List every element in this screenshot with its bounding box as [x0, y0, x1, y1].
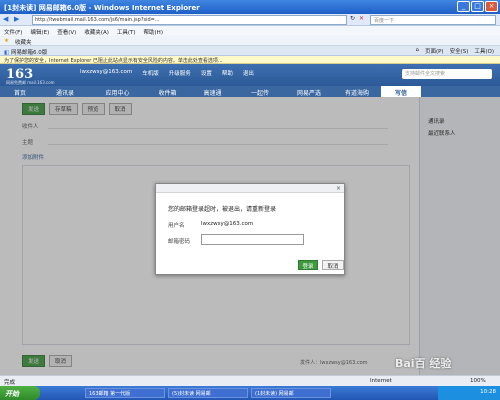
tab-yiqichuan[interactable]: 一起传	[235, 86, 285, 97]
information-bar[interactable]: 为了保护您的安全，Internet Explorer 已阻止此站点显示有安全风险…	[0, 56, 500, 64]
back-icon[interactable]: ◀	[3, 15, 8, 23]
browser-search-input[interactable]: 百度一下	[370, 15, 496, 25]
menu-tools[interactable]: 工具(T)	[117, 28, 136, 36]
username-label: 用户名	[168, 223, 185, 229]
tab-inbox[interactable]: 收件箱	[145, 86, 190, 97]
forward-icon[interactable]: ▶	[14, 15, 19, 23]
menu-help[interactable]: 帮助(H)	[144, 28, 163, 36]
mail-nav-tabs: 首页 通讯录 应用中心 收件箱 高速通 一起传 网易严选 有道海购 写信	[0, 86, 500, 97]
password-label: 邮箱密码	[168, 239, 191, 245]
home-icon[interactable]: ⌂	[415, 47, 419, 55]
window-title-bar: [1封未读] 网易邮箱6.0版 - Windows Internet Explo…	[0, 0, 500, 14]
page-tools: ⌂ 页面(P) 安全(S) 工具(O)	[415, 47, 494, 55]
tools-menu[interactable]: 工具(O)	[474, 47, 494, 55]
close-icon[interactable]: ×	[336, 185, 341, 192]
close-window-button[interactable]: ×	[485, 1, 498, 12]
favorites-bar: ★ 收藏夹	[0, 36, 500, 46]
refresh-icon[interactable]: ↻	[350, 15, 355, 22]
upgrade-link[interactable]: 升级服务	[169, 69, 191, 77]
safety-menu[interactable]: 安全(S)	[450, 47, 469, 55]
tab-app-center[interactable]: 应用中心	[90, 86, 145, 97]
status-bar: 完成 Internet 100%	[0, 375, 500, 386]
session-timeout-dialog: × 您的邮箱登录超时，被退出，请重新登录 用户名 lwxzwsy@163.com…	[155, 183, 345, 275]
zoom-level[interactable]: 100%	[470, 378, 486, 384]
help-link[interactable]: 帮助	[222, 69, 233, 77]
address-bar: ◀ ▶ http://twebmail.mail.163.com/js6/mai…	[0, 14, 500, 26]
taskbar-item-3[interactable]: (1封未读) 网易邮	[251, 388, 331, 398]
menu-view[interactable]: 查看(V)	[57, 28, 76, 36]
favorites-button[interactable]: 收藏夹	[15, 38, 32, 46]
window-title: [1封未读] 网易邮箱6.0版 - Windows Internet Explo…	[4, 4, 200, 12]
minimize-button[interactable]: _	[457, 1, 470, 12]
login-button[interactable]: 登录	[298, 260, 318, 270]
zone-label: Internet	[370, 378, 392, 384]
maximize-button[interactable]: □	[471, 1, 484, 12]
logout-link[interactable]: 退出	[243, 69, 254, 77]
start-button[interactable]: 开始	[0, 386, 40, 400]
taskbar: 开始 163邮箱 第一代版 (5)封未读 网易邮 (1封未读) 网易邮 10:2…	[0, 386, 500, 400]
tab-contacts[interactable]: 通讯录	[40, 86, 90, 97]
tab-compose[interactable]: 写信	[381, 86, 421, 97]
account-email[interactable]: lwxzwsy@163.com	[80, 69, 132, 77]
url-input[interactable]: http://twebmail.mail.163.com/js6/main.js…	[32, 15, 347, 25]
tab-haigou[interactable]: 有道海购	[333, 86, 381, 97]
menu-file[interactable]: 文件(F)	[4, 28, 22, 36]
taskbar-item-2[interactable]: (5)封未读 网易邮	[168, 388, 248, 398]
mail-search-input[interactable]: 支持邮件全文搜索	[402, 69, 492, 79]
menu-edit[interactable]: 编辑(E)	[30, 28, 49, 36]
dialog-cancel-button[interactable]: 取消	[322, 260, 344, 270]
dialog-message: 您的邮箱登录超时，被退出，请重新登录	[168, 206, 277, 213]
clock[interactable]: 10:28	[480, 389, 496, 395]
taskbar-item-1[interactable]: 163邮箱 第一代版	[85, 388, 165, 398]
tab-yanxuan[interactable]: 网易严选	[285, 86, 333, 97]
baidu-watermark: Bai百 经验	[395, 357, 452, 370]
username-value: lwxzwsy@163.com	[201, 221, 254, 227]
header-links: lwxzwsy@163.com 车机版 升级服务 设置 帮助 退出	[80, 69, 254, 77]
page-menu[interactable]: 页面(P)	[425, 47, 444, 55]
stop-icon[interactable]: ✕	[359, 15, 364, 22]
dialog-header: ×	[156, 184, 344, 193]
password-input[interactable]	[201, 234, 304, 245]
star-icon: ★	[4, 38, 9, 44]
mobile-link[interactable]: 车机版	[142, 69, 159, 77]
window-controls: _ □ ×	[457, 1, 498, 12]
menu-favorites[interactable]: 收藏夹(A)	[84, 28, 109, 36]
tab-home[interactable]: 首页	[0, 86, 40, 97]
settings-link[interactable]: 设置	[201, 69, 212, 77]
mail-header: 163 网易免费邮 mail.163.com lwxzwsy@163.com 车…	[0, 64, 500, 86]
system-tray: 10:28	[438, 386, 500, 400]
tab-gaosutong[interactable]: 高速通	[190, 86, 235, 97]
menu-bar: 文件(F) 编辑(E) 查看(V) 收藏夹(A) 工具(T) 帮助(H)	[0, 26, 500, 36]
